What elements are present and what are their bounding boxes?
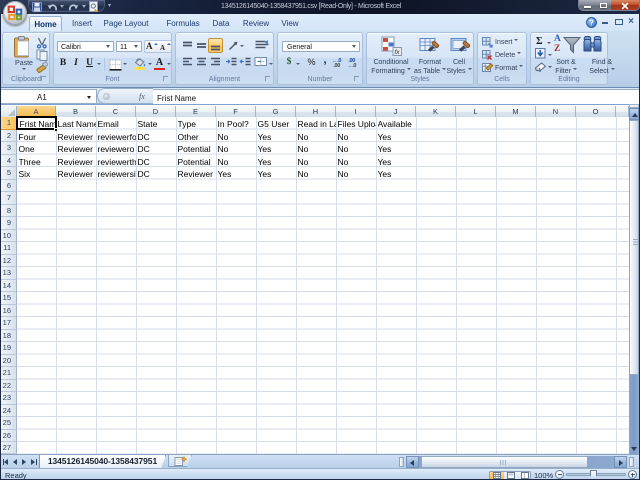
- svg-text:?: ?: [589, 19, 594, 28]
- svg-text:fx: fx: [394, 49, 400, 56]
